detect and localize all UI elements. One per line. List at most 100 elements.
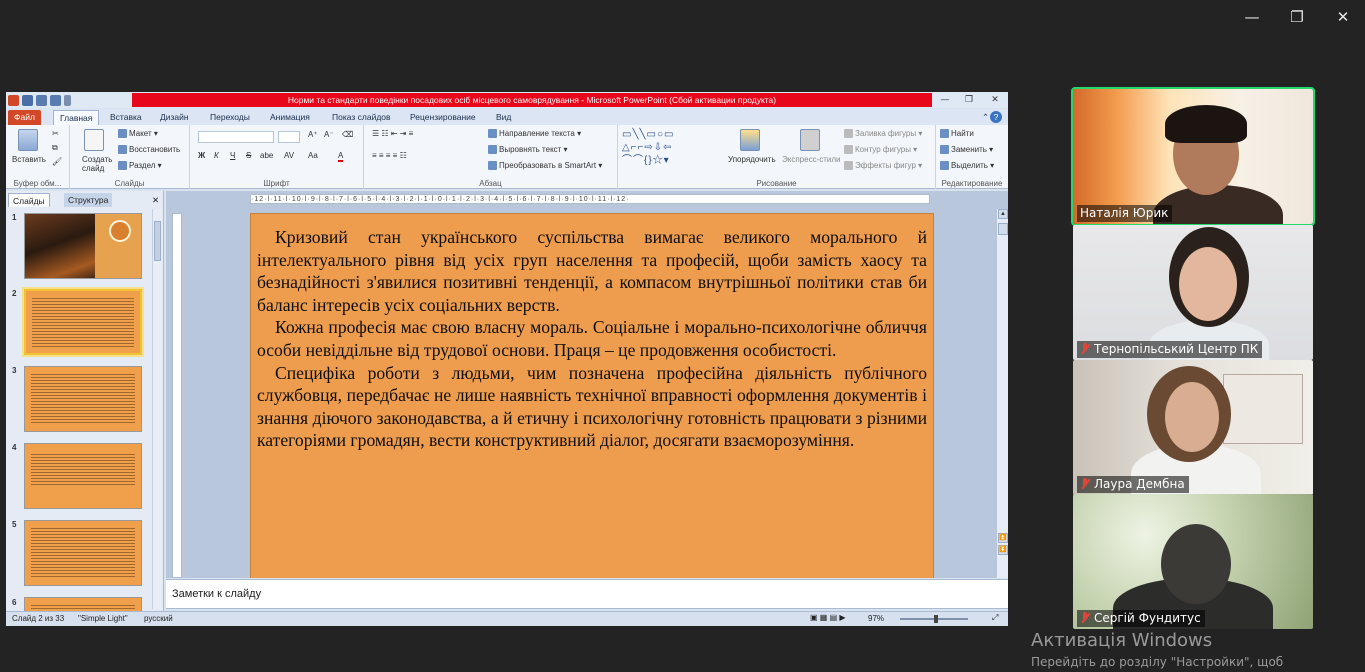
zoom-slider-thumb[interactable] [934, 615, 938, 623]
customize-qat-icon[interactable] [64, 94, 71, 106]
ribbon-tabs: Файл Главная Вставка Дизайн Переходы Ани… [6, 109, 1008, 125]
ppt-close-icon[interactable]: ✕ [984, 93, 1006, 107]
bullets-icon[interactable]: ☰ ☷ ⇤ ⇥ ≡ [372, 129, 413, 138]
smartart-button[interactable]: Преобразовать в SmartArt ▾ [488, 161, 602, 171]
undo-icon[interactable] [36, 94, 47, 106]
restore-icon[interactable]: ❐ [1284, 6, 1310, 28]
save-icon[interactable] [22, 94, 33, 106]
spacing-button[interactable]: AV [284, 151, 294, 160]
tab-animation[interactable]: Анимация [264, 110, 316, 125]
editor-scrollbar[interactable]: ▲ ⏫ ⏬ [996, 209, 1008, 578]
case-button[interactable]: Aa [308, 151, 318, 160]
clipboard-group: Вставить ✂ ⧉ 🖌 Буфер обм... [6, 125, 70, 189]
tab-file[interactable]: Файл [8, 110, 41, 125]
ppt-restore-icon[interactable]: ❐ [958, 93, 980, 107]
tab-insert[interactable]: Вставка [104, 110, 148, 125]
grow-font-icon[interactable]: A⁺ [308, 130, 318, 139]
layout-button[interactable]: Макет ▾ [118, 129, 158, 139]
participant-tile[interactable]: Тернопільський Центр ПК [1073, 225, 1313, 360]
align-text-button[interactable]: Выровнять текст ▾ [488, 145, 568, 155]
scroll-up-icon[interactable]: ▲ [998, 209, 1008, 219]
replace-button[interactable]: Заменить ▾ [940, 145, 993, 155]
clear-format-icon[interactable]: ⌫ [342, 130, 353, 139]
prev-slide-icon[interactable]: ⏫ [998, 533, 1008, 543]
italic-button[interactable]: К [214, 151, 219, 160]
shrink-font-icon[interactable]: A⁻ [324, 130, 334, 139]
format-painter-icon[interactable]: 🖌 [52, 157, 62, 166]
cut-icon[interactable]: ✂ [52, 129, 59, 138]
windows-activation-subtitle: Перейдіть до розділу "Настройки", щоб [1031, 655, 1284, 669]
slide-thumbnail[interactable] [24, 443, 142, 509]
scroll-thumb[interactable] [998, 223, 1008, 235]
reset-button[interactable]: Восстановить [118, 145, 180, 155]
fit-window-icon[interactable]: ⤢ [992, 613, 998, 623]
slide-thumbnail-selected[interactable] [22, 287, 144, 357]
new-slide-button[interactable]: Создать слайд [82, 155, 116, 173]
quick-access-toolbar [6, 92, 71, 108]
font-group: A⁺ A⁻ ⌫ Ж К Ч S abe AV Aa A Шрифт [190, 125, 364, 189]
notes-pane[interactable]: Заметки к слайду [166, 579, 1008, 609]
find-button[interactable]: Найти [940, 129, 974, 139]
participant-tile[interactable]: Лаура Дембна [1073, 360, 1313, 495]
font-name-combo[interactable] [198, 131, 274, 143]
shape-outline-button[interactable]: Контур фигуры ▾ [844, 145, 917, 155]
quick-styles-button[interactable]: Экспресс-стили [782, 155, 841, 164]
shape-fill-button[interactable]: Заливка фигуры ▾ [844, 129, 922, 139]
participant-tile[interactable]: Наталія Юрик [1071, 87, 1315, 226]
paste-icon[interactable] [18, 129, 38, 151]
participant-name: Сергій Фундитус [1077, 610, 1205, 627]
bold-button[interactable]: Ж [198, 151, 205, 160]
quick-styles-icon[interactable] [800, 129, 820, 151]
font-size-combo[interactable] [278, 131, 300, 143]
scroll-thumb[interactable] [154, 221, 161, 261]
new-slide-icon[interactable] [84, 129, 104, 151]
tab-review[interactable]: Рецензирование [404, 110, 482, 125]
paste-button[interactable]: Вставить [12, 155, 46, 164]
strike-button[interactable]: S [246, 151, 251, 160]
tab-home[interactable]: Главная [53, 110, 100, 125]
slide-edit-area: ·12·l·11·l·10·l·9·l·8·l·7·l·6·l·5·l·4·l·… [166, 191, 1008, 578]
slide-text-box[interactable]: Кризовий стан українського суспільства в… [257, 226, 927, 452]
tab-slides[interactable]: Слайды [8, 193, 50, 207]
redo-icon[interactable] [50, 94, 61, 106]
participant-tile[interactable]: Сергій Фундитус [1073, 494, 1313, 629]
help-icon[interactable]: ? [990, 111, 1002, 123]
align-icons[interactable]: ≡ ≡ ≡ ≡ ☷ [372, 151, 407, 160]
slide-thumbnail[interactable] [24, 520, 142, 586]
underline-button[interactable]: Ч [230, 151, 235, 160]
section-button[interactable]: Раздел ▾ [118, 161, 162, 171]
tab-transitions[interactable]: Переходы [204, 110, 256, 125]
clipboard-group-label: Буфер обм... [13, 179, 62, 188]
arrange-icon[interactable] [740, 129, 760, 151]
view-buttons[interactable]: ▣ ▦ ▤ ▶ [810, 613, 846, 622]
tab-outline[interactable]: Структура [64, 193, 113, 207]
paragraph-group-label: Абзац [479, 179, 502, 188]
paragraph-1: Кризовий стан українського суспільства в… [257, 227, 927, 315]
slides-scrollbar[interactable] [152, 209, 161, 609]
select-button[interactable]: Выделить ▾ [940, 161, 994, 171]
thumb-number: 6 [12, 598, 17, 607]
slide-thumbnail[interactable] [24, 366, 142, 432]
next-slide-icon[interactable]: ⏬ [998, 545, 1008, 555]
window-title: Норми та стандарти поведінки посадових о… [132, 93, 932, 107]
close-icon[interactable]: ✕ [1330, 6, 1356, 28]
tab-slideshow[interactable]: Показ слайдов [326, 110, 397, 125]
copy-icon[interactable]: ⧉ [52, 143, 58, 153]
arrange-button[interactable]: Упорядочить [728, 155, 776, 164]
text-direction-button[interactable]: Направление текста ▾ [488, 129, 581, 139]
tab-design[interactable]: Дизайн [154, 110, 195, 125]
font-color-button[interactable]: A [338, 151, 344, 162]
language[interactable]: русский [144, 614, 173, 623]
zoom-level[interactable]: 97% [868, 614, 884, 623]
close-panel-icon[interactable]: ✕ [148, 193, 163, 207]
shadow-button[interactable]: abe [260, 151, 273, 160]
slide-thumbnail[interactable] [24, 213, 142, 279]
tab-view[interactable]: Вид [490, 110, 517, 125]
minimize-icon[interactable]: — [1239, 6, 1265, 28]
vertical-ruler [172, 213, 182, 578]
font-group-label: Шрифт [263, 179, 290, 188]
shape-effects-button[interactable]: Эффекты фигур ▾ [844, 161, 922, 171]
shapes-gallery[interactable]: ▭╲╲▭○▭ △⌐⌐⇨⇩⇦ ⌒⌒{}☆▾ [622, 128, 674, 167]
ppt-minimize-icon[interactable]: — [934, 93, 956, 107]
current-slide[interactable]: Кризовий стан українського суспільства в… [250, 213, 934, 578]
